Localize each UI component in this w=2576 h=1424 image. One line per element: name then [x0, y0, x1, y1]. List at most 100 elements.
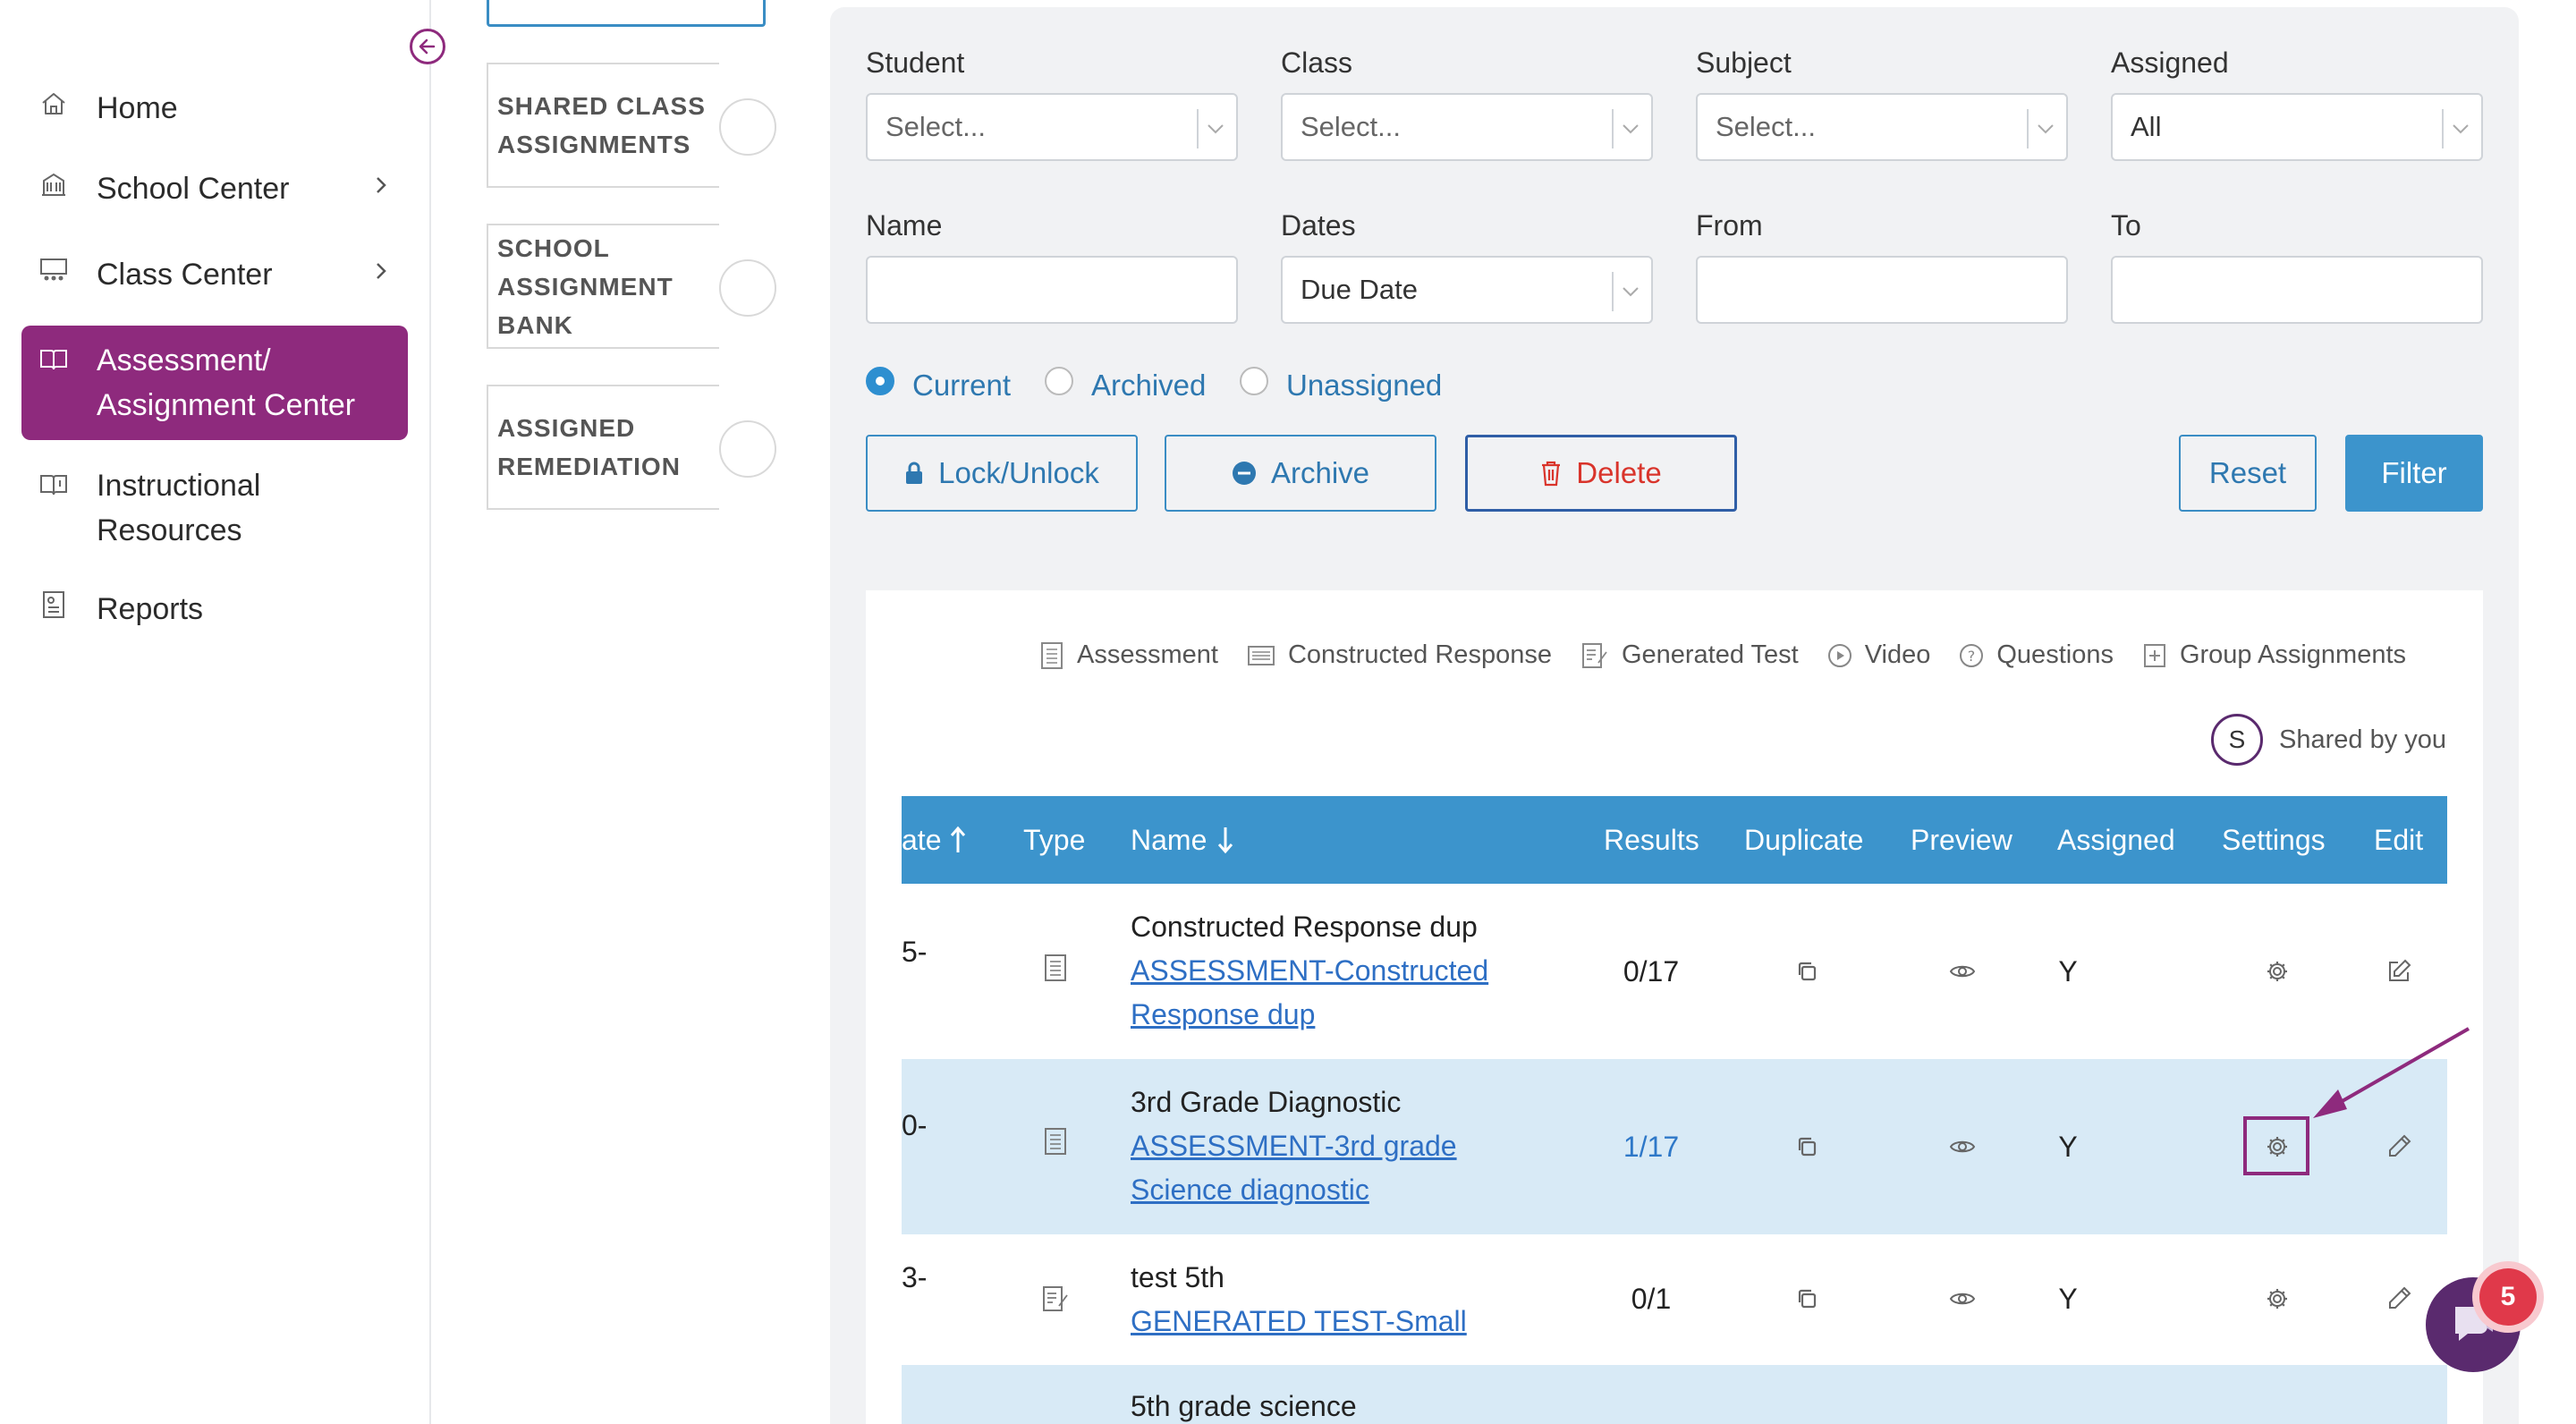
constructed-response-icon: [1247, 644, 1275, 667]
duplicate-icon[interactable]: [1789, 1281, 1825, 1317]
radio-label: Archived: [1091, 369, 1207, 402]
preview-eye-icon[interactable]: [1945, 1281, 1980, 1317]
sort-up-icon: [950, 826, 966, 854]
report-icon: [36, 587, 72, 623]
assessment-icon: [1039, 641, 1064, 670]
class-select[interactable]: Select...: [1281, 93, 1653, 161]
shared-by-you-legend: S Shared by you: [2211, 714, 2446, 766]
row-assignment-link[interactable]: GENERATED TEST-Small: [1131, 1300, 1467, 1343]
assessment-icon: [1038, 950, 1073, 986]
sidebar-item-home[interactable]: Home: [21, 86, 408, 131]
duplicate-icon[interactable]: [1789, 954, 1825, 989]
card-line: BANK: [497, 310, 573, 339]
subject-label: Subject: [1696, 47, 1792, 79]
row-assignment-link[interactable]: ASSESSMENT-Constructed: [1131, 949, 1488, 993]
book-info-icon: [36, 467, 72, 503]
sidebar-item-label: Reports: [97, 592, 204, 626]
row-assigned: Y: [2058, 1130, 2078, 1163]
legend: Assessment Constructed Response Generate…: [1039, 640, 2406, 670]
card-circle-icon: [719, 98, 776, 156]
chat-support-button[interactable]: 5: [2426, 1268, 2537, 1372]
classroom-icon: [36, 252, 72, 288]
radio-unassigned[interactable]: Unassigned: [1240, 367, 1443, 403]
column-header-results: Results: [1604, 823, 1699, 856]
sidebar-item-class-center[interactable]: Class Center: [21, 252, 408, 297]
assigned-select-value: All: [2131, 111, 2162, 142]
button-label: Lock/Unlock: [938, 456, 1099, 489]
column-header-date[interactable]: ate: [902, 796, 966, 884]
preview-eye-icon[interactable]: [1945, 954, 1980, 989]
row-assignment-link[interactable]: Science diagnostic: [1131, 1168, 1457, 1212]
select-separator: [2027, 109, 2029, 148]
sidebar-item-label: Assessment/ Assignment Center: [97, 338, 355, 428]
column-header-duplicate: Duplicate: [1744, 823, 1864, 856]
settings-highlight-box: [2243, 1116, 2309, 1175]
name-label: Name: [866, 209, 943, 242]
reset-button[interactable]: Reset: [2179, 435, 2317, 512]
card-shared-class-assignments[interactable]: SHARED CLASS ASSIGNMENTS: [487, 63, 776, 188]
label-line: Resources: [97, 513, 242, 547]
sidebar-item-label: Instructional Resources: [97, 463, 260, 553]
chevron-down-icon: [1617, 109, 1644, 148]
from-date-input[interactable]: [1696, 256, 2068, 324]
sidebar-item-school-center[interactable]: School Center: [21, 166, 408, 211]
card-school-assignment-bank[interactable]: SCHOOL ASSIGNMENT BANK: [487, 224, 776, 349]
sort-down-icon: [1217, 826, 1233, 854]
table-header: ate Type Name Results Duplicate Preview …: [902, 796, 2447, 884]
lock-unlock-button[interactable]: Lock/Unlock: [866, 435, 1138, 512]
select-separator: [2442, 109, 2444, 148]
row-results: 0/1: [1631, 1282, 1672, 1315]
select-separator: [1612, 272, 1614, 311]
group-assignments-icon: [2142, 642, 2167, 669]
dates-select[interactable]: Due Date: [1281, 256, 1653, 324]
row-name: Constructed Response dup ASSESSMENT-Cons…: [1131, 905, 1488, 1037]
class-select-value: Select...: [1301, 111, 1401, 142]
edit-pencil-icon[interactable]: [2381, 1281, 2417, 1317]
card-label: ASSIGNED REMEDIATION: [497, 386, 681, 508]
building-icon: [36, 166, 72, 202]
row-title: 3rd Grade Diagnostic: [1131, 1086, 1402, 1118]
edit-pencil-icon[interactable]: [2381, 1129, 2417, 1165]
preview-eye-icon[interactable]: [1945, 1129, 1980, 1165]
dates-label: Dates: [1281, 209, 1356, 242]
row-date: 3-: [902, 1260, 928, 1293]
chat-notification-badge: 5: [2479, 1268, 2537, 1326]
selected-card[interactable]: [487, 0, 766, 27]
sidebar-item-assessment-center[interactable]: Assessment/ Assignment Center: [21, 326, 408, 440]
archive-button[interactable]: Archive: [1165, 435, 1436, 512]
collapse-sidebar-icon[interactable]: [410, 29, 445, 64]
column-header-name[interactable]: Name: [1131, 796, 1233, 884]
subject-select-value: Select...: [1716, 111, 1816, 142]
card-assigned-remediation[interactable]: ASSIGNED REMEDIATION: [487, 385, 776, 510]
sidebar-item-instructional-resources[interactable]: Instructional Resources: [21, 463, 408, 553]
subject-select[interactable]: Select...: [1696, 93, 2068, 161]
settings-gear-icon[interactable]: [2259, 1281, 2295, 1317]
radio-archived[interactable]: Archived: [1045, 367, 1207, 403]
name-input[interactable]: [866, 256, 1238, 324]
edit-square-icon[interactable]: [2381, 954, 2417, 989]
row-assignment-link[interactable]: ASSESSMENT-3rd grade: [1131, 1124, 1457, 1168]
radio-current[interactable]: Current: [866, 367, 1011, 403]
student-select[interactable]: Select...: [866, 93, 1238, 161]
chevron-down-icon: [2447, 109, 2474, 148]
settings-gear-icon[interactable]: [2259, 954, 2295, 989]
sidebar: Home School Center Class Center Assessme…: [0, 0, 445, 1424]
row-results-link[interactable]: 1/17: [1597, 1125, 1705, 1168]
sidebar-item-reports[interactable]: Reports: [21, 587, 408, 631]
assigned-select[interactable]: All: [2111, 93, 2483, 161]
delete-button[interactable]: Delete: [1465, 435, 1737, 512]
row-name: 3rd Grade Diagnostic ASSESSMENT-3rd grad…: [1131, 1081, 1457, 1212]
radio-unselected-icon: [1240, 367, 1268, 395]
radio-label: Unassigned: [1286, 369, 1443, 402]
trash-icon: [1540, 460, 1562, 487]
card-line: ASSIGNMENT: [497, 272, 674, 301]
row-assignment-link[interactable]: Response dup: [1131, 993, 1488, 1037]
from-label: From: [1696, 209, 1763, 242]
lock-icon: [904, 462, 924, 485]
to-date-input[interactable]: [2111, 256, 2483, 324]
assessment-icon: [1038, 1123, 1073, 1159]
radio-selected-icon: [866, 367, 894, 395]
filter-button[interactable]: Filter: [2345, 435, 2483, 512]
row-date: 0-: [902, 1108, 928, 1141]
duplicate-icon[interactable]: [1789, 1129, 1825, 1165]
